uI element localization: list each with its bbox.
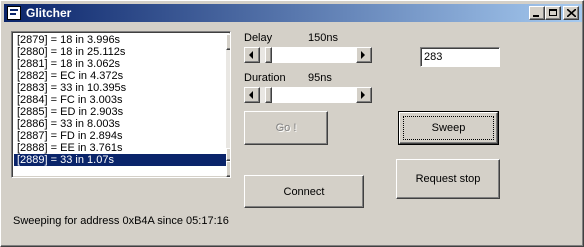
focus-rect [403, 116, 494, 140]
arrow-left-icon [249, 91, 253, 99]
log-list-item[interactable]: [2888] = EE in 3.761s [14, 142, 226, 154]
scroll-thumb[interactable] [226, 148, 230, 161]
maximize-icon [549, 9, 557, 16]
title-bar[interactable]: Glitcher [4, 4, 582, 22]
minimize-button[interactable] [529, 6, 545, 20]
address-input[interactable] [420, 47, 500, 67]
log-list-item[interactable]: [2882] = EC in 4.372s [14, 70, 226, 82]
log-list-item[interactable]: [2885] = ED in 2.903s [14, 106, 226, 118]
close-button[interactable] [563, 6, 579, 20]
duration-fill [272, 87, 356, 103]
duration-increase-button[interactable] [356, 87, 372, 103]
arrow-left-icon [249, 51, 253, 59]
duration-value: 95ns [308, 72, 332, 84]
log-list-item[interactable]: [2883] = 33 in 10.395s [14, 82, 226, 94]
arrow-right-icon [361, 51, 365, 59]
log-list-item[interactable]: [2881] = 18 in 3.062s [14, 58, 226, 70]
delay-track[interactable] [260, 47, 356, 63]
maximize-button[interactable] [545, 6, 561, 20]
window-title: Glitcher [26, 6, 72, 20]
request-stop-button[interactable]: Request stop [396, 159, 500, 199]
arrow-up-icon [230, 39, 231, 44]
log-list-item[interactable]: [2889] = 33 in 1.07s [14, 154, 226, 166]
sweep-button[interactable]: Sweep [398, 111, 499, 145]
app-icon [7, 6, 21, 20]
arrow-right-icon [361, 91, 365, 99]
duration-slider[interactable] [244, 87, 372, 103]
log-list-item[interactable]: [2884] = FC in 3.003s [14, 94, 226, 106]
delay-increase-button[interactable] [356, 47, 372, 63]
log-scrollbar[interactable] [226, 34, 231, 177]
delay-label: Delay [244, 32, 273, 44]
log-list-item[interactable]: [2880] = 18 in 25.112s [14, 46, 226, 58]
log-list-item[interactable]: [2887] = FD in 2.894s [14, 130, 226, 142]
status-text: Sweeping for address 0xB4A since 05:17:1… [13, 215, 229, 227]
duration-decrease-button[interactable] [244, 87, 260, 103]
scroll-up-button[interactable] [226, 34, 231, 50]
delay-slider[interactable] [244, 47, 372, 63]
duration-thumb[interactable] [265, 87, 272, 103]
duration-label: Duration [244, 72, 286, 84]
delay-fill [272, 47, 356, 63]
delay-thumb[interactable] [265, 47, 272, 63]
log-listbox[interactable]: [2879] = 18 in 3.996s [2880] = 18 in 25.1… [11, 31, 231, 178]
delay-value: 150ns [308, 32, 338, 44]
connect-button[interactable]: Connect [244, 175, 364, 208]
close-icon [567, 9, 576, 17]
log-list-item[interactable]: [2879] = 18 in 3.996s [14, 34, 226, 46]
arrow-down-icon [230, 166, 231, 171]
delay-decrease-button[interactable] [244, 47, 260, 63]
log-list-item[interactable]: [2886] = 33 in 8.003s [14, 118, 226, 130]
log-list: [2879] = 18 in 3.996s [2880] = 18 in 25.1… [14, 34, 226, 166]
glitcher-window: Glitcher [2879] = 18 in 3.996s [2880] = 1… [0, 0, 584, 247]
scroll-down-button[interactable] [226, 161, 231, 177]
go-button[interactable]: Go ! [244, 111, 328, 145]
duration-track[interactable] [260, 87, 356, 103]
minimize-icon [533, 15, 539, 17]
